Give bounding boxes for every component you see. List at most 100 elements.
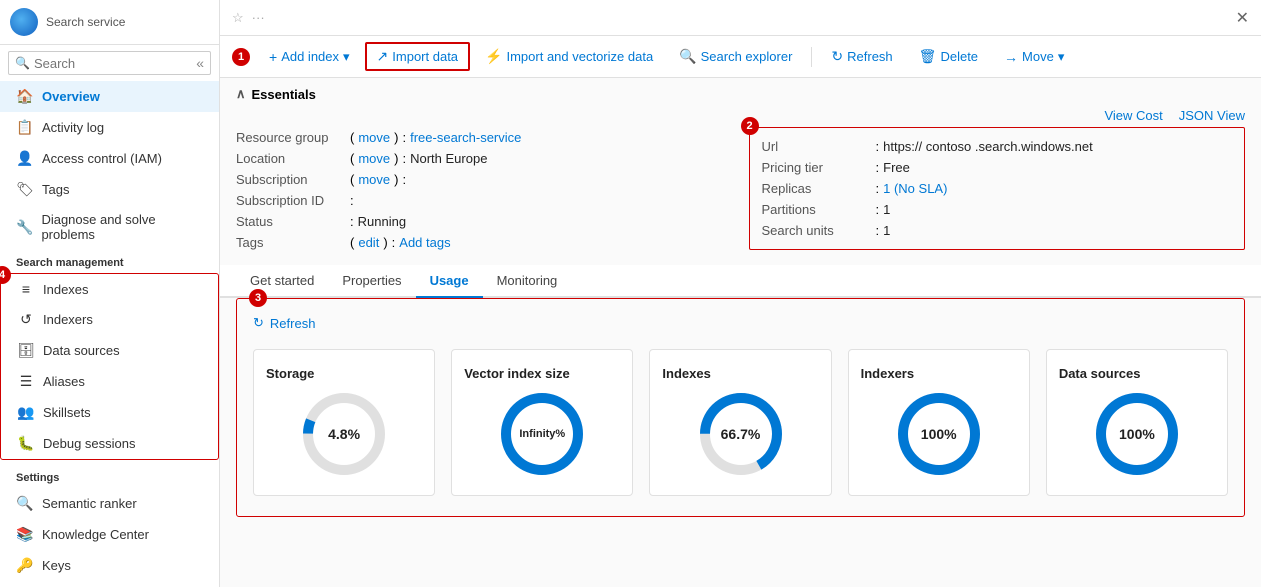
semantic-ranker-icon: 🔍 — [16, 495, 34, 512]
tab-properties[interactable]: Properties — [328, 265, 415, 298]
location-move-link[interactable]: move — [358, 151, 390, 166]
skillsets-icon: 👥 — [17, 404, 35, 421]
subscription-label: Subscription — [236, 172, 346, 187]
vector-index-value: Infinity% — [519, 428, 565, 440]
essentials-right-wrapper: 2 Url : https:// contoso .search.windows… — [749, 127, 1246, 253]
location-row: Location (move) : North Europe — [236, 148, 733, 169]
replicas-label: Replicas — [762, 181, 872, 196]
replicas-row: Replicas : 1 (No SLA) — [762, 178, 1233, 199]
close-icon[interactable]: ✕ — [1236, 8, 1249, 28]
location-move-paren: ( — [350, 151, 354, 166]
indexers-value: 100% — [921, 426, 957, 442]
sidebar-item-semantic-ranker-label: Semantic ranker — [42, 496, 137, 511]
resource-group-move-paren: ( — [350, 130, 354, 145]
sidebar-item-overview[interactable]: 🏠 Overview — [0, 81, 219, 112]
sidebar-item-aliases-label: Aliases — [43, 374, 85, 389]
import-data-icon: ↗ — [377, 48, 389, 65]
title-bar-right: ✕ — [1236, 8, 1249, 28]
tags-edit-link[interactable]: edit — [358, 235, 379, 250]
sidebar-item-aliases[interactable]: ☰ Aliases — [1, 366, 218, 397]
add-tags-link[interactable]: Add tags — [399, 235, 450, 250]
delete-button[interactable]: 🗑 Delete — [908, 43, 989, 70]
vector-index-title: Vector index size — [464, 366, 570, 381]
sidebar-search-container[interactable]: 🔍 « — [8, 51, 211, 75]
sidebar-item-indexes[interactable]: ≡ Indexes — [1, 274, 218, 304]
refresh-button[interactable]: ↻ Refresh — [820, 43, 903, 70]
pricing-tier-label: Pricing tier — [762, 160, 872, 175]
debug-sessions-icon: 🐛 — [17, 435, 35, 452]
sidebar-item-data-sources-label: Data sources — [43, 343, 120, 358]
search-icon: 🔍 — [15, 56, 30, 70]
toolbar-divider — [811, 47, 812, 67]
page-content: ∧ Essentials View Cost JSON View Resourc… — [220, 78, 1261, 587]
search-explorer-button[interactable]: 🔍 Search explorer — [668, 43, 803, 70]
sidebar-item-data-sources[interactable]: 🗄 Data sources — [1, 335, 218, 366]
view-cost-link[interactable]: View Cost — [1104, 108, 1162, 123]
move-dropdown-icon: ▾ — [1058, 49, 1065, 65]
tab-monitoring[interactable]: Monitoring — [483, 265, 572, 298]
sidebar-item-knowledge-center[interactable]: 📚 Knowledge Center — [0, 519, 219, 550]
resource-group-move-link[interactable]: move — [358, 130, 390, 145]
diagnose-icon: 🔧 — [16, 219, 33, 236]
import-vectorize-button[interactable]: ⚡ Import and vectorize data — [474, 43, 664, 70]
sidebar-item-access-control[interactable]: 👤 Access control (IAM) — [0, 143, 219, 174]
move-button[interactable]: → Move ▾ — [993, 44, 1075, 70]
badge3: 3 — [249, 289, 267, 307]
indexers-donut: 100% — [894, 389, 984, 479]
add-index-button[interactable]: + Add index ▾ — [258, 44, 361, 70]
tags-row: Tags (edit) : Add tags — [236, 232, 733, 253]
url-row: Url : https:// contoso .search.windows.n… — [762, 136, 1233, 157]
usage-card-indexers: Indexers 100% — [848, 349, 1030, 496]
essentials-header: ∧ Essentials — [220, 78, 1261, 106]
sidebar-item-access-control-label: Access control (IAM) — [42, 151, 162, 166]
sidebar-item-diagnose[interactable]: 🔧 Diagnose and solve problems — [0, 205, 219, 249]
subscription-move-link[interactable]: move — [358, 172, 390, 187]
sidebar-item-indexers-label: Indexers — [43, 312, 93, 327]
essentials-collapse-icon[interactable]: ∧ — [236, 86, 246, 102]
add-index-icon: + — [269, 49, 277, 65]
indexers-icon: ↺ — [17, 311, 35, 328]
favorite-icon[interactable]: ☆ — [232, 10, 244, 26]
tab-refresh-label: Refresh — [270, 316, 316, 331]
usage-card-indexes: Indexes 66.7% — [649, 349, 831, 496]
usage-card-data-sources: Data sources 100% — [1046, 349, 1228, 496]
search-input[interactable] — [34, 56, 192, 71]
status-label: Status — [236, 214, 346, 229]
sidebar-item-keys[interactable]: 🔑 Keys — [0, 550, 219, 581]
title-bar: ☆ ··· ✕ — [220, 0, 1261, 36]
activity-log-icon: 📋 — [16, 119, 34, 136]
collapse-icon[interactable]: « — [196, 55, 204, 71]
subscription-move-paren: ( — [350, 172, 354, 187]
sidebar-item-skillsets[interactable]: 👥 Skillsets — [1, 397, 218, 428]
tab-usage[interactable]: Usage — [416, 265, 483, 298]
move-icon: → — [1004, 49, 1018, 65]
resource-group-value[interactable]: free-search-service — [410, 130, 521, 145]
search-units-value: 1 — [883, 223, 890, 238]
service-title: Search service — [46, 15, 125, 29]
badge2: 2 — [741, 117, 759, 135]
sidebar-item-indexers[interactable]: ↺ Indexers — [1, 304, 218, 335]
sidebar-item-semantic-ranker[interactable]: 🔍 Semantic ranker — [0, 488, 219, 519]
url-label: Url — [762, 139, 872, 154]
sidebar-item-activity-log[interactable]: 📋 Activity log — [0, 112, 219, 143]
sidebar-item-tags[interactable]: 🏷 Tags — [0, 174, 219, 205]
storage-donut: 4.8% — [299, 389, 389, 479]
usage-card-vector-index: Vector index size Infinity% — [451, 349, 633, 496]
data-sources-icon: 🗄 — [17, 342, 35, 359]
sidebar-item-debug-sessions[interactable]: 🐛 Debug sessions — [1, 428, 218, 459]
sidebar-nav: 🏠 Overview 📋 Activity log 👤 Access contr… — [0, 81, 219, 581]
tab-refresh-icon: ↻ — [253, 315, 264, 331]
essentials-content: Resource group (move) : free-search-serv… — [220, 127, 1261, 265]
status-value: Running — [358, 214, 406, 229]
tags-icon: 🏷 — [16, 181, 34, 198]
json-view-link[interactable]: JSON View — [1179, 108, 1245, 123]
location-value: North Europe — [410, 151, 487, 166]
more-options-icon[interactable]: ··· — [252, 10, 265, 25]
replicas-value[interactable]: 1 (No SLA) — [883, 181, 947, 196]
import-data-button[interactable]: ↗ Import data — [365, 42, 471, 71]
resource-group-label: Resource group — [236, 130, 346, 145]
tab-refresh-button[interactable]: ↻ Refresh — [253, 311, 1228, 341]
sidebar-item-keys-label: Keys — [42, 558, 71, 573]
sidebar-header: Search service — [0, 0, 219, 45]
azure-logo — [10, 8, 38, 36]
